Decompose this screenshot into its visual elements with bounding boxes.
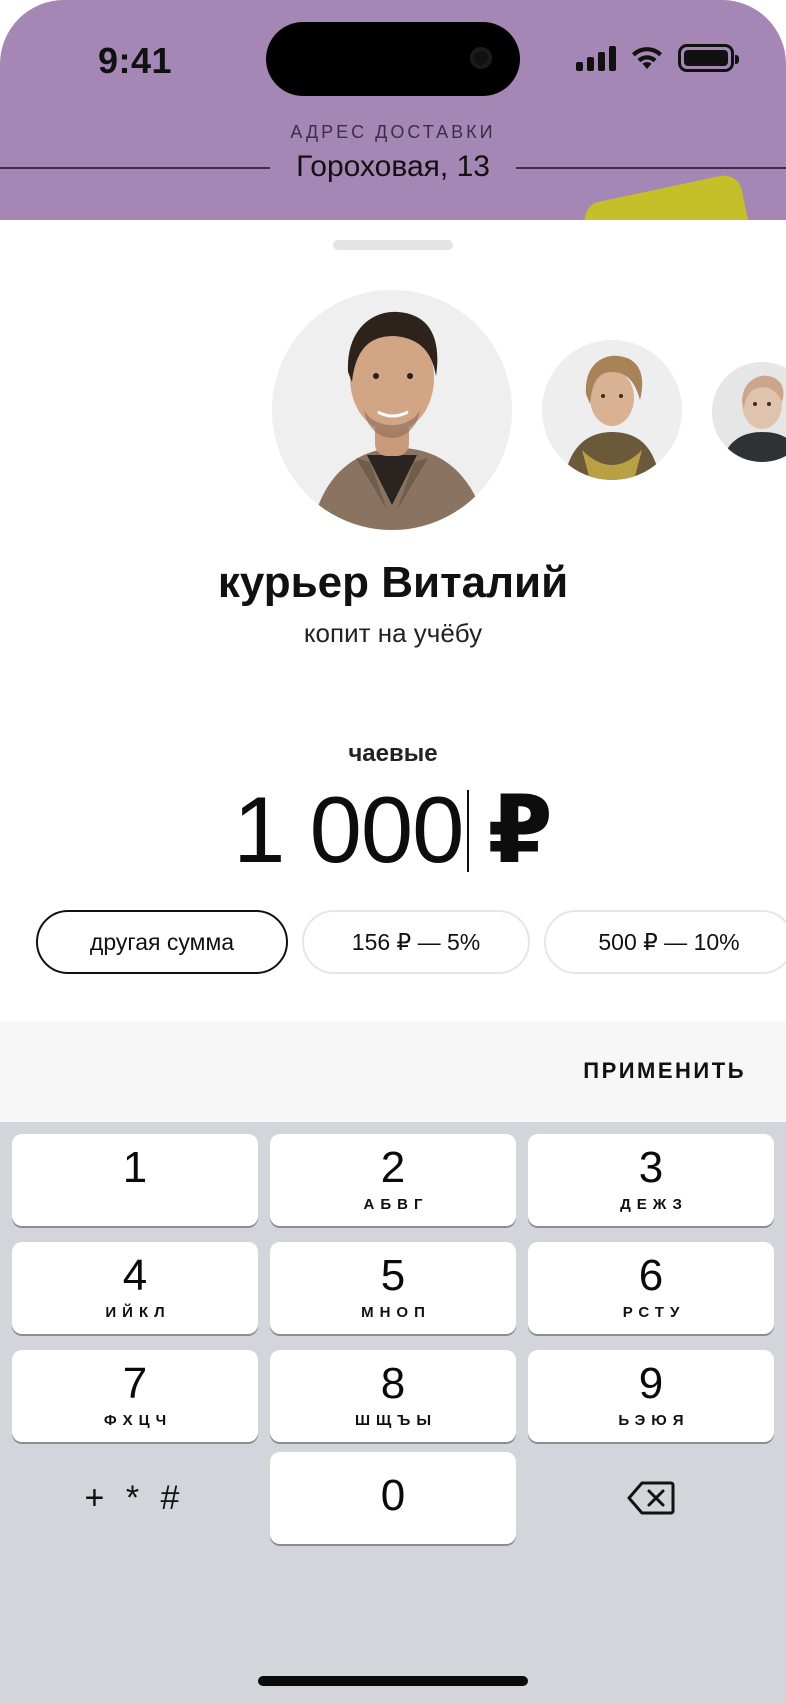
courier-avatar[interactable] [542, 340, 682, 480]
key-4[interactable]: 4 ИЙКЛ [12, 1242, 258, 1334]
key-3[interactable]: 3 ДЕЖЗ [528, 1134, 774, 1226]
key-digit: 0 [380, 1471, 406, 1520]
dynamic-island [266, 22, 520, 96]
key-6[interactable]: 6 РСТУ [528, 1242, 774, 1334]
phone-screen: 9:41 АДРЕС ДОСТАВКИ Гороховая, 13 курьер… [0, 0, 786, 1704]
key-letters: ИЙКЛ [105, 1304, 171, 1321]
home-indicator[interactable] [258, 1676, 528, 1686]
key-letters: РСТУ [622, 1304, 686, 1321]
wifi-icon [632, 47, 662, 69]
tip-amount-field[interactable]: 1 000 ₽ [0, 780, 786, 880]
key-letters: ФХЦЧ [103, 1412, 173, 1429]
tip-options: другая сумма 156 ₽ — 5% 500 ₽ — 10% [36, 910, 786, 976]
tip-option-10-percent[interactable]: 500 ₽ — 10% [544, 910, 786, 974]
key-letters: ШЩЪЫ [354, 1412, 438, 1429]
sheet-grabber[interactable] [333, 240, 453, 250]
courier-note: копит на учёбу [303, 618, 483, 648]
tips-label: чаевые [348, 740, 438, 767]
key-digit: 1 [122, 1143, 148, 1192]
text-caret [467, 790, 470, 872]
key-digit: 9 [638, 1359, 664, 1408]
key-digit: 6 [638, 1251, 664, 1300]
numeric-keyboard: 1 2 АБВГ 3 ДЕЖЗ 4 ИЙКЛ 5 МНОП 6 РСТУ 7 Ф… [0, 1122, 786, 1704]
delivery-header: 9:41 АДРЕС ДОСТАВКИ Гороховая, 13 [0, 0, 786, 284]
tip-option-5-percent[interactable]: 156 ₽ — 5% [302, 910, 530, 974]
key-9[interactable]: 9 ЬЭЮЯ [528, 1350, 774, 1442]
key-7[interactable]: 7 ФХЦЧ [12, 1350, 258, 1442]
cellular-signal-icon [576, 45, 616, 71]
key-digit: 4 [122, 1251, 148, 1300]
key-digit: 7 [122, 1359, 148, 1408]
status-icons [576, 44, 739, 72]
key-symbols[interactable]: + * # [12, 1452, 258, 1544]
key-letters: МНОП [361, 1304, 431, 1321]
key-0[interactable]: 0 [270, 1452, 516, 1544]
apply-bar: ПРИМЕНИТЬ [0, 1022, 786, 1122]
courier-avatar-selected[interactable] [272, 290, 512, 530]
courier-avatar[interactable] [712, 362, 786, 462]
apply-button[interactable]: ПРИМЕНИТЬ [583, 1058, 746, 1084]
key-digit: 5 [380, 1251, 406, 1300]
key-8[interactable]: 8 ШЩЪЫ [270, 1350, 516, 1442]
backspace-icon [627, 1481, 675, 1515]
divider-line [516, 167, 786, 169]
courier-name: курьер Виталий [217, 558, 569, 607]
key-letters: ДЕЖЗ [620, 1196, 688, 1213]
status-time: 9:41 [98, 40, 173, 81]
tip-amount-value[interactable]: 1 000 [233, 780, 464, 880]
currency-symbol: ₽ [487, 777, 553, 882]
status-bar: 9:41 [0, 0, 786, 110]
address-label: АДРЕС ДОСТАВКИ [290, 122, 496, 142]
key-digit: 2 [380, 1143, 406, 1192]
key-1[interactable]: 1 [12, 1134, 258, 1226]
key-2[interactable]: 2 АБВГ [270, 1134, 516, 1226]
camera-icon [470, 47, 492, 69]
key-5[interactable]: 5 МНОП [270, 1242, 516, 1334]
key-backspace[interactable] [528, 1452, 774, 1544]
key-digit: 8 [380, 1359, 406, 1408]
tip-option-custom[interactable]: другая сумма [36, 910, 288, 974]
key-letters: ЬЭЮЯ [618, 1412, 690, 1429]
key-digit: 3 [638, 1143, 664, 1192]
battery-icon [678, 44, 739, 72]
key-letters: АБВГ [363, 1196, 429, 1213]
address-row[interactable]: Гороховая, 13 [0, 148, 786, 188]
